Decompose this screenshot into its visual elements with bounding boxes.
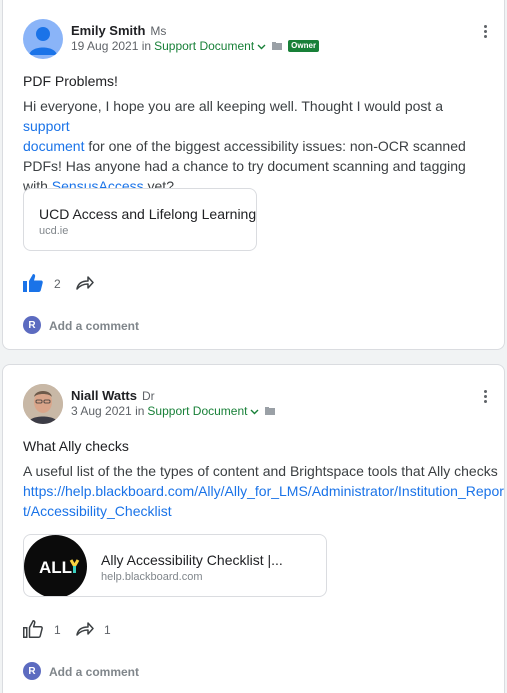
commenter-avatar: R (23, 662, 41, 680)
in-label: in (141, 39, 152, 53)
category-link[interactable]: Support Document (154, 39, 254, 53)
avatar[interactable] (23, 384, 63, 424)
post-title: What Ally checks (23, 438, 129, 454)
post-body: A useful list of the the types of conten… (23, 461, 504, 521)
thumb-up-icon[interactable] (23, 620, 43, 643)
link-preview-title: Ally Accessibility Checklist |... (101, 552, 283, 568)
support-link[interactable]: support (23, 118, 70, 134)
author-name[interactable]: Emily Smith Ms (71, 23, 166, 38)
like-count: 2 (54, 277, 61, 291)
link-preview-card[interactable]: UCD Access and Lifelong Learning ucd.ie (23, 188, 257, 251)
link-preview-title: UCD Access and Lifelong Learning (39, 206, 257, 222)
author-title: Dr (141, 389, 155, 403)
url-link[interactable]: https://help.blackboard.com/Ally/Ally_fo… (23, 483, 504, 499)
post-meta: 3 Aug 2021 in Support Document (71, 404, 276, 418)
post-card: Niall Watts Dr 3 Aug 2021 in Support Docu… (2, 364, 505, 693)
url-link-continued[interactable]: t/Accessibility_Checklist (23, 503, 172, 519)
share-arrow-icon[interactable] (76, 622, 94, 641)
chevron-down-icon[interactable] (257, 39, 266, 53)
link-preview-card[interactable]: ALL Ally Accessibility Checklist |... he… (23, 534, 327, 597)
body-text: A useful list of the the types of conten… (23, 463, 498, 479)
share-arrow-icon[interactable] (76, 276, 94, 295)
svg-text:ALL: ALL (39, 558, 72, 577)
add-comment-button[interactable]: Add a comment (49, 319, 139, 333)
chevron-down-icon[interactable] (250, 404, 259, 418)
author-title: Ms (150, 24, 167, 38)
more-vert-icon[interactable] (484, 390, 488, 405)
folder-icon (272, 39, 283, 53)
commenter-avatar: R (23, 316, 41, 334)
owner-badge: Owner (288, 40, 320, 52)
in-label: in (135, 404, 145, 418)
author-name[interactable]: Niall Watts Dr (71, 388, 155, 403)
document-link[interactable]: document (23, 138, 84, 154)
post-meta: 19 Aug 2021 in Support Document Owner (71, 39, 320, 53)
share-count: 1 (104, 623, 111, 637)
thumb-up-icon[interactable] (23, 274, 43, 297)
post-date: 19 Aug 2021 (71, 39, 139, 53)
ally-logo: ALL (24, 535, 87, 596)
body-text: Hi everyone, I hope you are all keeping … (23, 98, 443, 114)
post-title: PDF Problems! (23, 73, 118, 89)
post-date: 3 Aug 2021 (71, 404, 132, 418)
more-vert-icon[interactable] (484, 25, 488, 40)
person-avatar-icon[interactable] (23, 19, 63, 59)
link-preview-url: help.blackboard.com (101, 571, 203, 583)
add-comment-button[interactable]: Add a comment (49, 665, 139, 679)
link-preview-url: ucd.ie (39, 225, 69, 237)
category-link[interactable]: Support Document (147, 404, 247, 418)
folder-icon (265, 404, 276, 418)
like-count: 1 (54, 623, 61, 637)
post-body: Hi everyone, I hope you are all keeping … (23, 96, 493, 196)
post-card: Emily Smith Ms 19 Aug 2021 in Support Doc… (2, 0, 505, 350)
